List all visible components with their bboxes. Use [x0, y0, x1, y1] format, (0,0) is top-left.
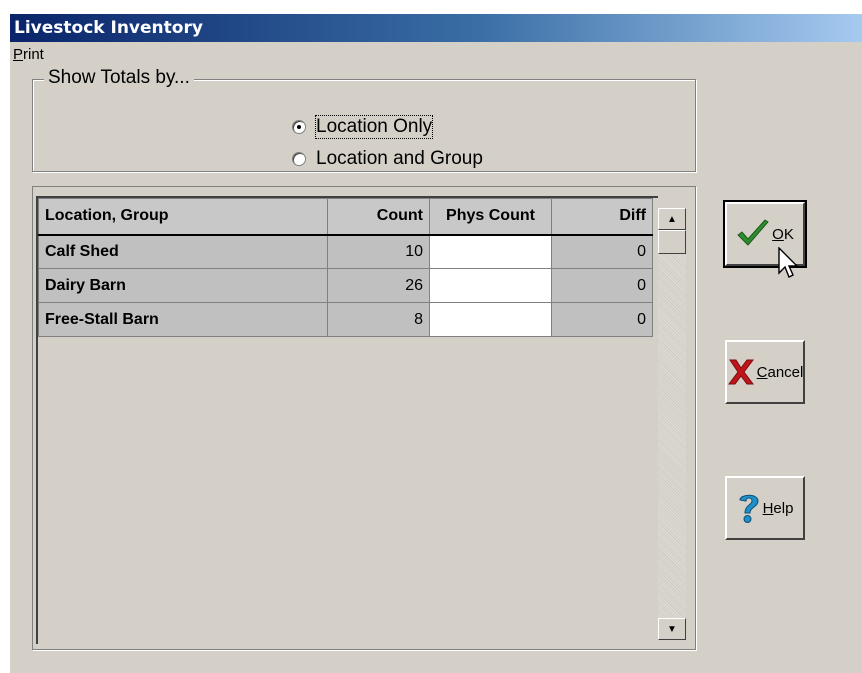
- radio-location-and-group-label: Location and Group: [316, 148, 483, 169]
- inventory-grid: Location, Group Count Phys Count Diff Ca…: [36, 196, 658, 644]
- table-header-row: Location, Group Count Phys Count Diff: [38, 198, 653, 236]
- cell-phys-count-input[interactable]: [429, 268, 552, 303]
- scroll-down-button[interactable]: ▼: [658, 618, 686, 640]
- inventory-table: Location, Group Count Phys Count Diff Ca…: [38, 198, 653, 337]
- radio-location-only[interactable]: Location Only: [292, 115, 434, 139]
- question-mark-icon: [737, 491, 761, 525]
- cell-diff[interactable]: 0: [551, 234, 653, 269]
- arrow-up-icon: ▲: [667, 213, 677, 225]
- ok-button-label: OK: [772, 226, 794, 243]
- cell-location[interactable]: Calf Shed: [38, 234, 328, 269]
- arrow-down-icon: ▼: [667, 623, 677, 635]
- red-x-icon: [727, 357, 755, 387]
- cancel-button-mnemonic: C: [756, 363, 768, 381]
- radio-location-and-group[interactable]: Location and Group: [292, 148, 483, 170]
- cell-location[interactable]: Dairy Barn: [38, 268, 328, 303]
- cell-phys-count-input[interactable]: [429, 302, 552, 337]
- column-header-diff[interactable]: Diff: [551, 198, 653, 236]
- help-button-mnemonic: H: [762, 499, 774, 517]
- column-header-location-group[interactable]: Location, Group: [38, 198, 328, 236]
- column-header-phys-count[interactable]: Phys Count: [429, 198, 552, 236]
- cell-diff[interactable]: 0: [551, 302, 653, 337]
- menu-print-label: rint: [23, 46, 44, 63]
- menu-bar: Print: [10, 45, 44, 67]
- cell-count[interactable]: 26: [327, 268, 430, 303]
- table-row: Calf Shed 10 0: [38, 234, 653, 269]
- help-button[interactable]: Help: [725, 476, 805, 540]
- cell-diff[interactable]: 0: [551, 268, 653, 303]
- cancel-button-label-rest: ancel: [767, 363, 804, 381]
- radio-button-unchecked-icon[interactable]: [292, 152, 306, 166]
- cell-location[interactable]: Free-Stall Barn: [38, 302, 328, 337]
- cancel-button-label: Cancel: [757, 364, 804, 381]
- mouse-pointer-icon: [778, 246, 800, 286]
- help-button-label: Help: [763, 500, 794, 517]
- table-row: Dairy Barn 26 0: [38, 268, 653, 303]
- radio-button-checked-icon[interactable]: [292, 120, 306, 134]
- checkmark-icon: [736, 219, 770, 249]
- cell-count[interactable]: 10: [327, 234, 430, 269]
- cell-count[interactable]: 8: [327, 302, 430, 337]
- window-title: Livestock Inventory: [10, 14, 862, 42]
- help-button-label-rest: elp: [773, 499, 794, 517]
- table-row: Free-Stall Barn 8 0: [38, 302, 653, 337]
- radio-location-only-label: Location Only: [314, 115, 434, 139]
- vertical-scrollbar[interactable]: ▲ ▼: [658, 208, 686, 640]
- cell-phys-count-input[interactable]: [429, 234, 552, 269]
- show-totals-legend: Show Totals by...: [44, 67, 194, 89]
- menu-print-mnemonic: P: [13, 46, 24, 63]
- menu-print[interactable]: Print: [10, 45, 44, 65]
- cancel-button[interactable]: Cancel: [725, 340, 805, 404]
- ok-button-mnemonic: O: [772, 225, 784, 243]
- ok-button-label-rest: K: [783, 225, 794, 243]
- column-header-count[interactable]: Count: [327, 198, 430, 236]
- scroll-up-button[interactable]: ▲: [658, 208, 686, 230]
- scroll-thumb[interactable]: [658, 230, 686, 254]
